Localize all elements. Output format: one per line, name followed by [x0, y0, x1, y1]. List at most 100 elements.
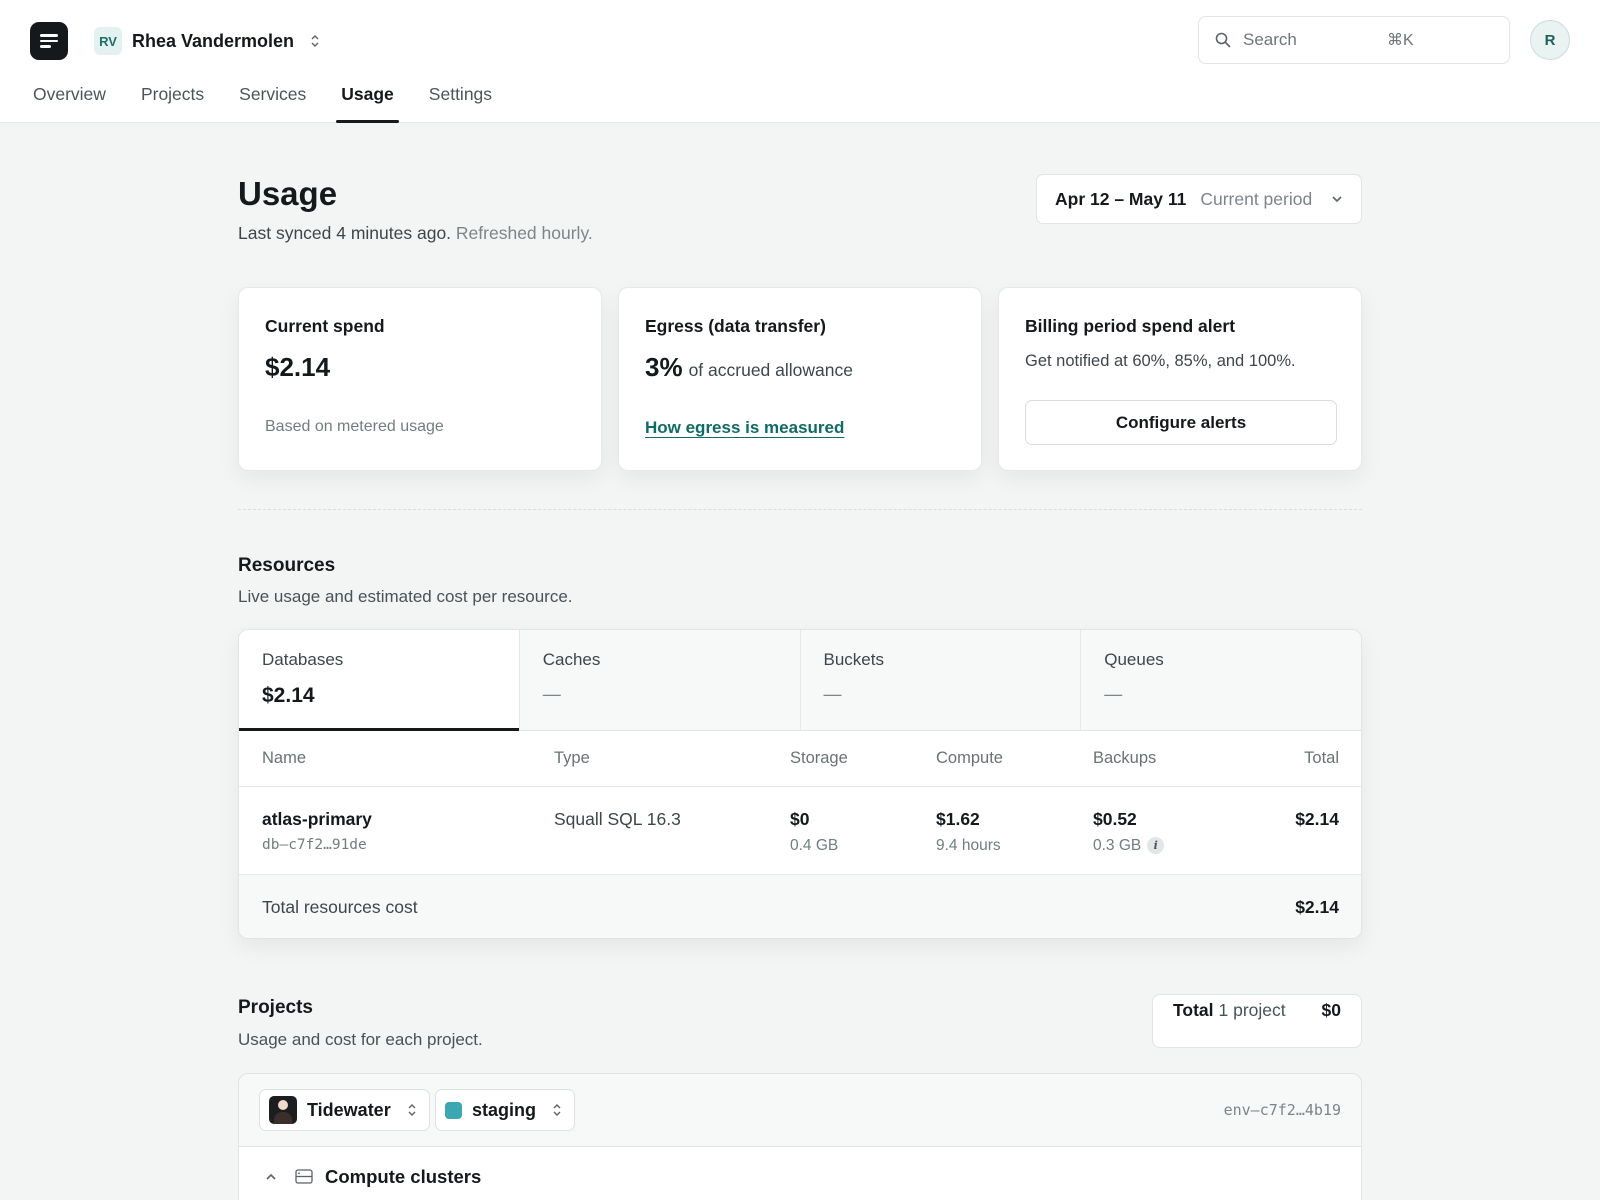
total-label: Total	[1173, 1000, 1214, 1020]
configure-alerts-button[interactable]: Configure alerts	[1025, 400, 1337, 445]
environment-name: staging	[472, 1099, 537, 1120]
period-select[interactable]: Apr 12 – May 11 Current period	[1036, 174, 1362, 224]
resource-id: db—c7f2…91de	[262, 837, 367, 853]
tab-databases[interactable]: Databases $2.14	[239, 630, 520, 731]
tab-settings[interactable]: Settings	[429, 80, 492, 123]
table-header: Name Type Storage Compute Backups Total	[239, 731, 1361, 787]
tab-caches[interactable]: Caches —	[519, 630, 801, 730]
card-title: Billing period spend alert	[1025, 316, 1236, 336]
egress-card: Egress (data transfer) 3% of accrued all…	[618, 287, 982, 471]
chevron-up-down-icon	[311, 35, 319, 47]
spend-alert-card: Billing period spend alert Get notified …	[998, 287, 1362, 471]
tab-label: Databases	[262, 650, 344, 669]
chevron-down-icon	[1332, 196, 1342, 203]
resource-type-tabs: Databases $2.14 Caches — Buckets — Queue…	[239, 630, 1361, 731]
chevron-up-icon[interactable]	[265, 1172, 277, 1182]
environment-color-swatch	[445, 1101, 462, 1119]
table-row[interactable]: atlas-primary db—c7f2…91de Squall SQL 16…	[239, 787, 1361, 875]
column-header-backups[interactable]: Backups	[1093, 749, 1156, 768]
search-input[interactable]: Search ⌘K	[1198, 16, 1510, 64]
tab-overview[interactable]: Overview	[33, 80, 106, 123]
alert-description: Get notified at 60%, 85%, and 100%.	[1025, 352, 1296, 370]
period-label: Current period	[1200, 188, 1313, 209]
info-icon[interactable]: i	[1147, 837, 1165, 854]
summary-cards: Current spend $2.14 Based on metered usa…	[238, 287, 1362, 471]
chevron-up-down-icon	[553, 1104, 561, 1116]
compute-clusters-row[interactable]: Compute clusters	[239, 1147, 1361, 1200]
projects-total-amount: $0	[1321, 1000, 1341, 1020]
refresh-text: Refreshed hourly.	[455, 223, 593, 243]
tab-label: Queues	[1104, 650, 1164, 669]
environment-select[interactable]: staging	[435, 1089, 576, 1131]
tab-value: $2.14	[262, 684, 315, 707]
search-shortcut: ⌘K	[1387, 32, 1414, 49]
egress-percent: 3%	[645, 352, 683, 382]
project-count: 1 project	[1218, 1000, 1286, 1020]
compute-amount: 9.4 hours	[936, 837, 1001, 854]
tab-services[interactable]: Services	[239, 80, 306, 123]
top-header: RV Rhea Vandermolen Search ⌘K R Overview…	[0, 0, 1600, 123]
user-avatar[interactable]: R	[1530, 20, 1570, 60]
project-name: Tidewater	[307, 1099, 391, 1120]
column-header-type[interactable]: Type	[554, 749, 590, 768]
team-switcher[interactable]: RV Rhea Vandermolen	[94, 26, 320, 56]
tab-label: Buckets	[823, 650, 884, 669]
egress-suffix: of accrued allowance	[688, 360, 853, 380]
card-title: Egress (data transfer)	[645, 316, 826, 336]
projects-subtitle: Usage and cost for each project.	[238, 1030, 483, 1049]
resource-type: Squall SQL 16.3	[554, 809, 681, 829]
tab-label: Caches	[542, 650, 601, 669]
table-footer: Total resources cost $2.14	[239, 875, 1361, 938]
team-name: Rhea Vandermolen	[132, 30, 295, 51]
sync-text: Last synced 4 minutes ago.	[238, 223, 452, 243]
resources-subtitle: Live usage and estimated cost per resour…	[238, 587, 573, 606]
storage-cost: $0	[790, 809, 810, 829]
project-select[interactable]: Tidewater	[259, 1089, 430, 1131]
compute-cost: $1.62	[936, 809, 980, 829]
column-header-storage[interactable]: Storage	[790, 749, 848, 768]
search-placeholder: Search	[1243, 30, 1297, 49]
search-icon	[1215, 32, 1231, 48]
tab-projects[interactable]: Projects	[141, 80, 204, 123]
projects-total-badge: Total 1 project $0	[1152, 994, 1362, 1048]
backups-cost: $0.52	[1093, 809, 1137, 829]
tab-value: —	[823, 684, 842, 704]
column-header-name[interactable]: Name	[262, 749, 306, 768]
page-title: Usage	[238, 175, 338, 212]
sync-status: Last synced 4 minutes ago. Refreshed hou…	[238, 223, 593, 244]
resources-title: Resources	[238, 555, 336, 576]
resource-name[interactable]: atlas-primary	[262, 809, 372, 830]
tab-usage[interactable]: Usage	[336, 80, 399, 123]
app-logo-icon[interactable]	[30, 22, 68, 60]
team-badge: RV	[94, 27, 122, 55]
tab-queues[interactable]: Queues —	[1081, 630, 1361, 730]
period-range: Apr 12 – May 11	[1055, 188, 1187, 209]
project-avatar	[269, 1096, 297, 1124]
egress-help-link[interactable]: How egress is measured	[645, 418, 844, 438]
total-cost-value: $2.14	[1295, 897, 1339, 917]
column-header-compute[interactable]: Compute	[936, 749, 1003, 768]
current-spend-card: Current spend $2.14 Based on metered usa…	[238, 287, 602, 471]
project-panel: Tidewater staging env—c7f2…4b19 Compute …	[238, 1073, 1362, 1200]
storage-amount: 0.4 GB	[790, 837, 839, 854]
backups-amount-wrap: 0.3 GB i	[1093, 837, 1165, 855]
card-title: Current spend	[265, 316, 385, 336]
projects-title: Projects	[238, 997, 313, 1018]
resources-panel: Databases $2.14 Caches — Buckets — Queue…	[238, 629, 1362, 939]
chevron-up-down-icon	[408, 1104, 416, 1116]
card-footnote: Based on metered usage	[265, 418, 444, 435]
backups-amount: 0.3 GB	[1093, 837, 1142, 854]
current-spend-value: $2.14	[265, 352, 331, 382]
project-toolbar: Tidewater staging env—c7f2…4b19	[239, 1074, 1361, 1147]
tab-value: —	[1104, 684, 1123, 704]
column-header-total[interactable]: Total	[1304, 749, 1339, 768]
tab-buckets[interactable]: Buckets —	[800, 630, 1082, 730]
egress-usage: 3% of accrued allowance	[645, 352, 955, 383]
row-total: $2.14	[1295, 809, 1339, 829]
compute-clusters-label: Compute clusters	[325, 1166, 482, 1187]
tab-value: —	[542, 684, 561, 704]
total-cost-label: Total resources cost	[262, 897, 418, 917]
section-divider	[238, 509, 1362, 510]
environment-id: env—c7f2…4b19	[1223, 1101, 1341, 1119]
server-icon	[295, 1169, 313, 1184]
